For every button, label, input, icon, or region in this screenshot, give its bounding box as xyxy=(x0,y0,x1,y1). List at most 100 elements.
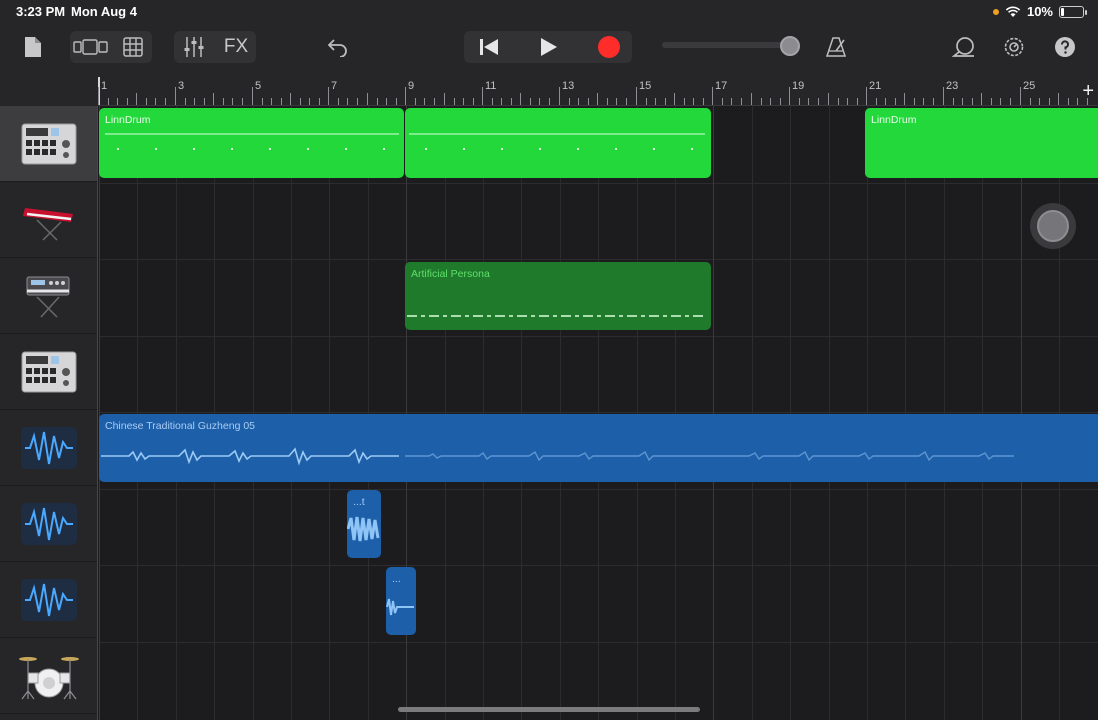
battery-percent: 10% xyxy=(1026,4,1053,19)
grid-line xyxy=(483,106,484,720)
mixer-button[interactable] xyxy=(180,34,208,60)
region-name: ...t xyxy=(353,496,365,508)
region-linndrum-1[interactable]: LinnDrum xyxy=(99,108,404,178)
ruler-bar-label: 17 xyxy=(715,80,728,92)
add-section-button[interactable]: + xyxy=(1082,80,1094,103)
ruler-beat-tick xyxy=(204,98,205,105)
ruler-bar-tick xyxy=(136,93,137,105)
master-volume-knob[interactable] xyxy=(780,36,800,56)
region-chinese-guzheng[interactable]: Chinese Traditional Guzheng 05 xyxy=(99,414,1098,482)
ruler-bar-tick xyxy=(674,93,675,105)
rewind-button[interactable] xyxy=(472,34,506,60)
fx-button[interactable]: FX xyxy=(218,34,254,60)
tracks-timeline[interactable]: LinnDrum LinnDrum Artificial Persona Chi… xyxy=(99,106,1098,720)
play-button[interactable] xyxy=(532,34,566,60)
ruler-beat-tick xyxy=(473,98,474,105)
track-header-linndrum[interactable] xyxy=(0,106,97,182)
toolbar: FX xyxy=(0,24,1098,78)
ruler-beat-tick xyxy=(424,98,425,105)
ruler-bar-tick xyxy=(789,87,790,105)
track-header-drum-machine-2[interactable] xyxy=(0,334,97,410)
ruler-beat-tick xyxy=(319,98,320,105)
metronome-button[interactable] xyxy=(822,34,850,60)
my-songs-button[interactable] xyxy=(20,34,46,60)
help-button[interactable] xyxy=(1052,34,1078,60)
drum-kit-icon xyxy=(18,656,79,699)
ruler-beat-tick xyxy=(703,98,704,105)
ruler-beat-tick xyxy=(588,98,589,105)
ruler-beat-tick xyxy=(876,98,877,105)
audio-waveform-icon xyxy=(20,502,77,545)
timeline-ruler[interactable]: + 1 3 5 7 9 11 13 15 17 19 21 23 25 xyxy=(98,77,1098,106)
ruler-corner xyxy=(0,78,98,106)
track-header-keyboard[interactable] xyxy=(0,182,97,258)
audio-waveform xyxy=(101,447,1014,466)
ruler-beat-tick xyxy=(271,98,272,105)
grid-button[interactable] xyxy=(120,34,146,60)
keyboard-icon xyxy=(22,207,73,241)
master-volume-slider[interactable] xyxy=(662,42,792,48)
ruler-beat-tick xyxy=(607,98,608,105)
grid-line xyxy=(99,106,100,720)
record-button[interactable] xyxy=(592,34,626,60)
ruler-beat-tick xyxy=(549,98,550,105)
region-artificial-persona[interactable]: Artificial Persona xyxy=(405,262,711,330)
track-header-synth[interactable] xyxy=(0,258,97,334)
ruler-beat-tick xyxy=(338,98,339,105)
ruler-beat-tick xyxy=(194,98,195,105)
midi-notes xyxy=(409,133,705,150)
ruler-bar-tick xyxy=(828,93,829,105)
ruler-bar-tick xyxy=(367,93,368,105)
ruler-bar-tick xyxy=(866,87,867,105)
ruler-beat-tick xyxy=(155,98,156,105)
ruler-beat-tick xyxy=(1010,98,1011,105)
ruler-beat-tick xyxy=(415,98,416,105)
loop-browser-button[interactable] xyxy=(950,34,978,60)
ruler-bar-label: 11 xyxy=(485,80,497,92)
ruler-bar-tick xyxy=(98,87,99,105)
play-icon xyxy=(541,38,557,56)
ruler-bar-label: 19 xyxy=(792,80,805,92)
ruler-beat-tick xyxy=(799,98,800,105)
ruler-bar-tick xyxy=(981,93,982,105)
ruler-beat-tick xyxy=(972,98,973,105)
ruler-beat-tick xyxy=(962,98,963,105)
assistive-touch-button[interactable] xyxy=(1030,203,1076,249)
ruler-beat-tick xyxy=(838,98,839,105)
ruler-beat-tick xyxy=(492,98,493,105)
ruler-beat-tick xyxy=(722,98,723,105)
region-linndrum-1b[interactable] xyxy=(405,108,711,178)
ruler-beat-tick xyxy=(463,98,464,105)
grid-line xyxy=(637,106,638,720)
track-header-audio-1[interactable] xyxy=(0,410,97,486)
region-audio-clip-a[interactable]: ...t xyxy=(347,490,381,558)
region-linndrum-2[interactable]: LinnDrum xyxy=(865,108,1098,178)
track-header-audio-2[interactable] xyxy=(0,486,97,562)
grid-line xyxy=(445,106,446,720)
ruler-bar-label: 21 xyxy=(869,80,882,92)
ruler-bar-tick xyxy=(175,87,176,105)
ruler-beat-tick xyxy=(693,98,694,105)
undo-button[interactable] xyxy=(324,34,352,60)
ruler-beat-tick xyxy=(616,98,617,105)
ruler-beat-tick xyxy=(454,98,455,105)
ruler-bar-label: 25 xyxy=(1023,80,1036,92)
ruler-beat-tick xyxy=(953,98,954,105)
ruler-beat-tick xyxy=(357,98,358,105)
ruler-beat-tick xyxy=(539,98,540,105)
settings-button[interactable] xyxy=(1000,34,1028,60)
grid-line xyxy=(329,106,330,720)
ruler-bar-tick xyxy=(290,93,291,105)
status-bar: 3:23 PM Mon Aug 4 10% xyxy=(0,0,1098,24)
track-header-drum-kit[interactable] xyxy=(0,638,97,714)
region-audio-clip-b[interactable]: ... xyxy=(386,567,416,635)
ruler-beat-tick xyxy=(1068,98,1069,105)
ruler-bar-tick xyxy=(405,87,406,105)
mixer-icon xyxy=(184,37,204,57)
home-indicator[interactable] xyxy=(398,707,700,712)
ruler-beat-tick xyxy=(808,98,809,105)
grid-line xyxy=(137,106,138,720)
track-header-audio-3[interactable] xyxy=(0,562,97,638)
grid-line xyxy=(867,106,868,720)
view-toggle-button[interactable] xyxy=(72,34,110,60)
